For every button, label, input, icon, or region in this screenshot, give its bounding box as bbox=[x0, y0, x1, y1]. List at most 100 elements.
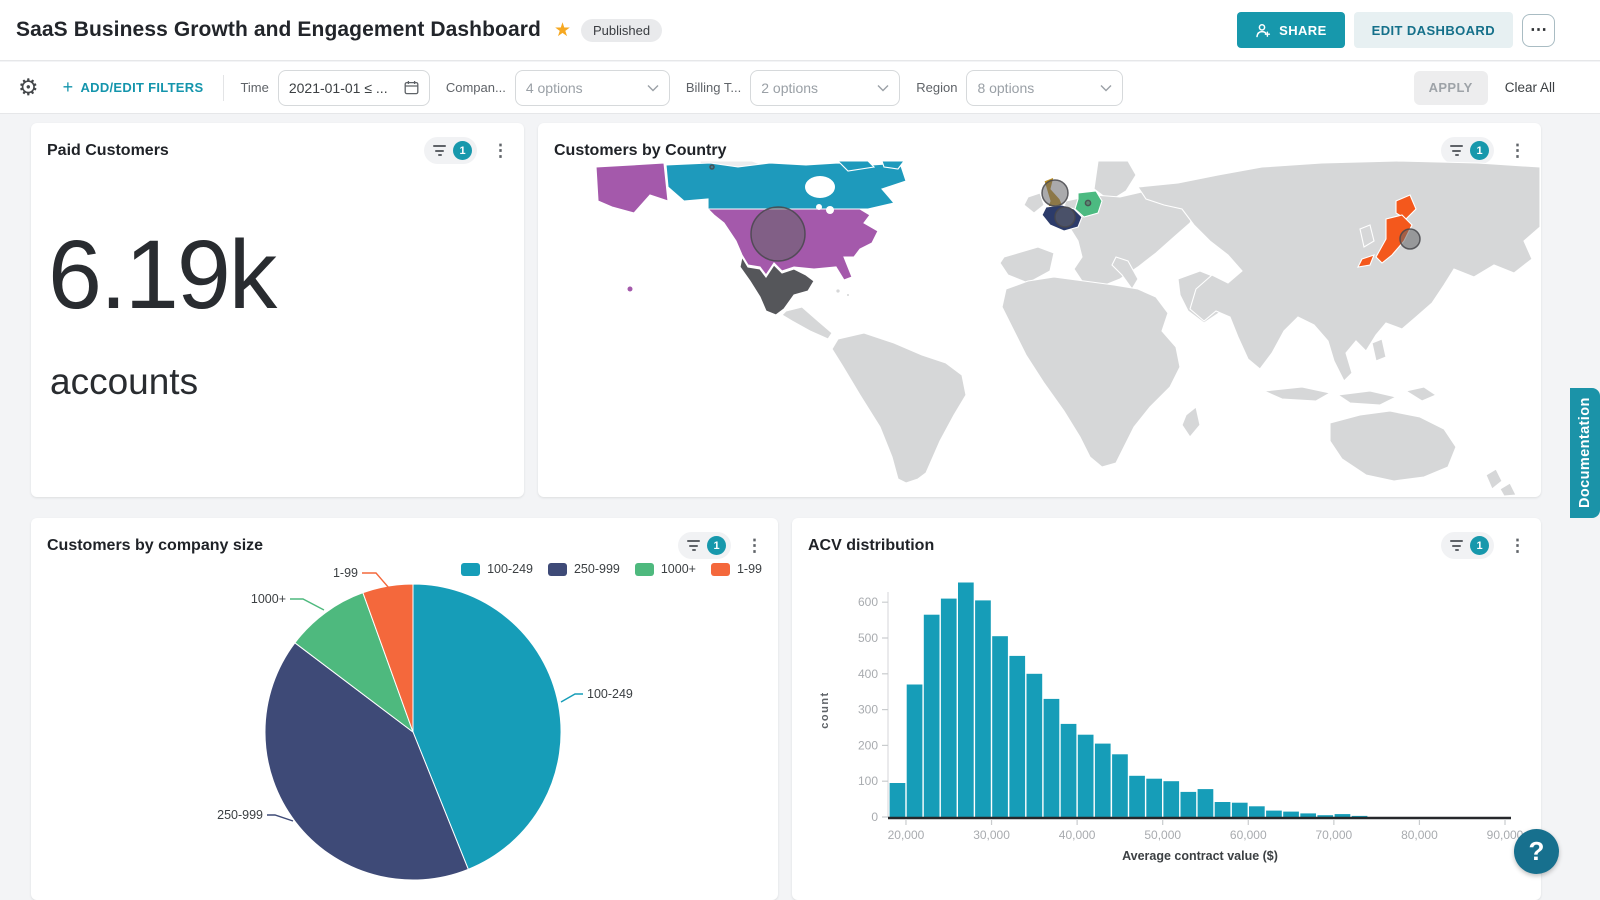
share-button[interactable]: SHARE bbox=[1237, 12, 1345, 48]
histogram-bar[interactable] bbox=[1283, 812, 1299, 817]
apply-button[interactable]: APPLY bbox=[1414, 71, 1488, 105]
gear-icon[interactable]: ⚙ bbox=[18, 76, 39, 99]
clear-all-button[interactable]: Clear All bbox=[1505, 80, 1555, 95]
histogram-bar[interactable] bbox=[1335, 814, 1351, 817]
world-map[interactable] bbox=[538, 161, 1541, 496]
histogram-bar[interactable] bbox=[1266, 811, 1282, 817]
map-asia bbox=[1138, 161, 1540, 381]
map-indonesia bbox=[1338, 391, 1396, 405]
more-options-button[interactable]: ⋯ bbox=[1522, 14, 1555, 47]
histogram-bar[interactable] bbox=[907, 685, 923, 818]
company-filter-select[interactable]: 4 options bbox=[515, 70, 670, 106]
callout-label: 100-249 bbox=[587, 687, 633, 701]
histogram-bar[interactable] bbox=[1317, 815, 1333, 817]
kpi-unit: accounts bbox=[50, 361, 198, 403]
histogram-bar[interactable] bbox=[1027, 674, 1043, 817]
histogram-bar[interactable] bbox=[958, 583, 974, 818]
histogram-bar[interactable] bbox=[1232, 803, 1248, 817]
x-tick-label: 20,000 bbox=[888, 828, 925, 842]
filter-count-badge: 1 bbox=[1470, 536, 1489, 555]
chevron-down-icon bbox=[1100, 84, 1112, 92]
kebab-menu-icon[interactable]: ⋮ bbox=[489, 142, 512, 159]
histogram-bar[interactable] bbox=[1249, 806, 1265, 817]
map-bubble-japan[interactable] bbox=[1400, 229, 1420, 249]
map-philippines bbox=[1372, 339, 1386, 361]
histogram-bar[interactable] bbox=[1198, 789, 1214, 817]
histogram-bar[interactable] bbox=[890, 783, 906, 817]
x-tick-label: 70,000 bbox=[1316, 828, 1353, 842]
histogram-bar[interactable] bbox=[1044, 699, 1060, 817]
documentation-tab[interactable]: Documentation bbox=[1570, 388, 1600, 518]
widget-filter-chip[interactable]: 1 bbox=[678, 532, 731, 559]
map-new-zealand bbox=[1500, 483, 1516, 496]
x-tick-label: 80,000 bbox=[1401, 828, 1438, 842]
filter-count-badge: 1 bbox=[1470, 141, 1489, 160]
filter-bar: ⚙ + ADD/EDIT FILTERS Time 2021-01-01 ≤ .… bbox=[0, 62, 1600, 114]
histogram-bar[interactable] bbox=[992, 636, 1008, 817]
map-bubble-canada[interactable] bbox=[710, 165, 714, 169]
region-filter-select[interactable]: 8 options bbox=[966, 70, 1123, 106]
filter-funnel-icon bbox=[433, 145, 446, 156]
map-bubble-germany[interactable] bbox=[1085, 200, 1090, 205]
x-axis-label: Average contract value ($) bbox=[1122, 849, 1278, 863]
filter-funnel-icon bbox=[1450, 540, 1463, 551]
time-filter-input[interactable]: 2021-01-01 ≤ ... bbox=[278, 70, 430, 106]
region-filter-label: Region bbox=[916, 80, 957, 95]
map-country-canada[interactable] bbox=[666, 163, 906, 209]
filter-count-badge: 1 bbox=[707, 536, 726, 555]
billing-filter-select[interactable]: 2 options bbox=[750, 70, 900, 106]
x-tick-label: 50,000 bbox=[1144, 828, 1181, 842]
histogram-bar[interactable] bbox=[1163, 781, 1179, 817]
map-ireland bbox=[1024, 193, 1044, 213]
company-size-card: Customers by company size 1 ⋮ 100-249250… bbox=[31, 518, 778, 900]
map-great-lakes bbox=[816, 204, 822, 210]
add-edit-filters-button[interactable]: + ADD/EDIT FILTERS bbox=[63, 77, 204, 98]
histogram-bar[interactable] bbox=[1112, 754, 1128, 817]
histogram-chart[interactable]: 010020030040050060020,00030,00040,00050,… bbox=[792, 564, 1541, 900]
histogram-bar[interactable] bbox=[1129, 776, 1145, 817]
callout-label: 1-99 bbox=[333, 566, 358, 580]
map-great-lakes bbox=[826, 206, 834, 214]
histogram-bar[interactable] bbox=[975, 600, 991, 817]
paid-customers-card: Paid Customers 1 ⋮ 6.19k accounts bbox=[31, 123, 524, 497]
widget-filter-chip[interactable]: 1 bbox=[1441, 137, 1494, 164]
histogram-bar[interactable] bbox=[941, 599, 957, 817]
map-bubble-united-states[interactable] bbox=[751, 207, 805, 261]
kebab-menu-icon[interactable]: ⋮ bbox=[1506, 537, 1529, 554]
map-central-america bbox=[782, 307, 832, 339]
pie-chart[interactable]: 100-249 250-999 1000+ 1-99 bbox=[31, 564, 778, 900]
histogram-bar[interactable] bbox=[1095, 744, 1111, 817]
kebab-menu-icon[interactable]: ⋮ bbox=[1506, 142, 1529, 159]
y-tick-label: 200 bbox=[858, 738, 878, 752]
edit-dashboard-button[interactable]: EDIT DASHBOARD bbox=[1354, 12, 1513, 48]
histogram-bar[interactable] bbox=[1181, 792, 1197, 817]
page-title: SaaS Business Growth and Engagement Dash… bbox=[16, 18, 541, 42]
histogram-bar[interactable] bbox=[1146, 779, 1162, 817]
help-button[interactable]: ? bbox=[1514, 829, 1559, 874]
map-country-alaska[interactable] bbox=[596, 163, 668, 213]
y-tick-label: 400 bbox=[858, 667, 878, 681]
callout-line bbox=[561, 694, 583, 702]
histogram-bar[interactable] bbox=[1078, 735, 1094, 817]
y-tick-label: 300 bbox=[858, 703, 878, 717]
histogram-bar[interactable] bbox=[1300, 813, 1316, 817]
callout-line bbox=[362, 573, 389, 588]
widget-filter-chip[interactable]: 1 bbox=[1441, 532, 1494, 559]
status-badge: Published bbox=[581, 19, 662, 42]
histogram-bar[interactable] bbox=[1215, 802, 1231, 817]
acv-distribution-card: ACV distribution 1 ⋮ 0100200300400500600… bbox=[792, 518, 1541, 900]
favorite-star-icon[interactable]: ★ bbox=[554, 19, 571, 42]
y-axis-label: count bbox=[819, 691, 831, 728]
time-filter-label: Time bbox=[240, 80, 268, 95]
widget-filter-chip[interactable]: 1 bbox=[424, 137, 477, 164]
map-bubble-france[interactable] bbox=[1055, 207, 1075, 227]
kebab-menu-icon[interactable]: ⋮ bbox=[743, 537, 766, 554]
histogram-bar[interactable] bbox=[1009, 656, 1025, 817]
map-bubble-united-kingdom[interactable] bbox=[1042, 180, 1068, 206]
kpi-value: 6.19k bbox=[48, 219, 275, 331]
histogram-bar[interactable] bbox=[924, 615, 940, 817]
map-caribbean bbox=[846, 293, 849, 296]
x-tick-label: 30,000 bbox=[973, 828, 1010, 842]
histogram-bar[interactable] bbox=[1061, 724, 1077, 817]
billing-filter-label: Billing T... bbox=[686, 80, 741, 95]
